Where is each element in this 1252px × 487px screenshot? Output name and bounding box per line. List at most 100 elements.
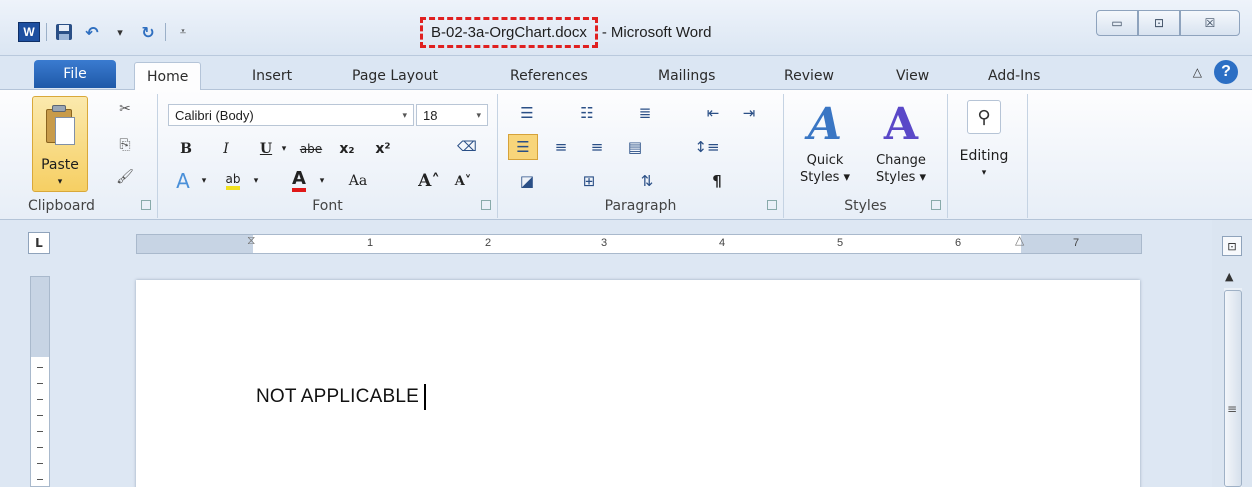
window-controls: ▭ ⊡ ☒ bbox=[1096, 10, 1240, 36]
tab-mailings[interactable]: Mailings bbox=[646, 62, 727, 90]
right-margin-area bbox=[1021, 235, 1141, 253]
ruler-number: 3 bbox=[601, 237, 608, 249]
text-effects-icon[interactable]: A bbox=[170, 169, 196, 193]
minimize-button[interactable]: ▭ bbox=[1096, 10, 1138, 36]
numbering-icon[interactable]: ☷ bbox=[574, 102, 600, 124]
paragraph-launcher-icon[interactable] bbox=[767, 200, 777, 210]
close-button[interactable]: ☒ bbox=[1180, 10, 1240, 36]
tab-add-ins[interactable]: Add-Ins bbox=[976, 62, 1052, 90]
shading-icon[interactable]: ◪ bbox=[512, 170, 542, 192]
help-area: △ ? bbox=[1193, 60, 1238, 84]
format-painter-icon[interactable]: 🖌 bbox=[114, 166, 136, 188]
view-ruler-icon[interactable]: ⊡ bbox=[1222, 236, 1242, 256]
close-icon: ☒ bbox=[1204, 16, 1216, 30]
right-indent-icon[interactable]: △ bbox=[1015, 233, 1024, 247]
cut-icon[interactable]: ✂ bbox=[114, 98, 136, 120]
redo-icon[interactable]: ↻ bbox=[137, 21, 159, 43]
vertical-ruler[interactable] bbox=[30, 276, 50, 487]
editing-label: Editing bbox=[959, 148, 1009, 164]
font-group: Calibri (Body) ▾ 18 ▾ B I U ▾ abe x₂ x² … bbox=[158, 94, 498, 218]
scroll-thumb[interactable] bbox=[1224, 290, 1242, 487]
strikethrough-button[interactable]: abe bbox=[294, 138, 328, 160]
font-color-icon[interactable]: A bbox=[284, 170, 314, 192]
editing-button[interactable]: ⚲ Editing ▾ bbox=[956, 100, 1012, 190]
quick-styles-button[interactable]: A Quick Styles ▾ bbox=[790, 98, 860, 194]
tab-insert[interactable]: Insert bbox=[240, 62, 304, 90]
justify-icon[interactable]: ▤ bbox=[622, 136, 648, 158]
undo-dropdown-icon[interactable]: ▾ bbox=[109, 21, 131, 43]
quick-styles-label-2: Styles ▾ bbox=[799, 170, 851, 185]
paste-label: Paste bbox=[41, 157, 79, 173]
styles-group-label: Styles bbox=[844, 198, 887, 214]
font-launcher-icon[interactable] bbox=[481, 200, 491, 210]
underline-dropdown-icon[interactable]: ▾ bbox=[278, 138, 290, 160]
subscript-button[interactable]: x₂ bbox=[334, 138, 360, 160]
tab-home[interactable]: Home bbox=[134, 62, 202, 91]
maximize-button[interactable]: ⊡ bbox=[1138, 10, 1180, 36]
font-name-value: Calibri (Body) bbox=[175, 107, 254, 123]
save-icon[interactable] bbox=[53, 21, 75, 43]
top-margin-area bbox=[31, 277, 49, 357]
first-line-indent-icon[interactable]: ⧖ bbox=[247, 233, 255, 248]
chevron-down-icon[interactable]: ▾ bbox=[250, 170, 262, 192]
scroll-grip-icon: ≡ bbox=[1227, 402, 1238, 416]
minimize-ribbon-icon[interactable]: △ bbox=[1193, 65, 1202, 79]
increase-indent-icon[interactable]: ⇥ bbox=[736, 102, 762, 124]
word-logo-icon[interactable]: W bbox=[18, 22, 40, 42]
align-left-icon[interactable]: ☰ bbox=[508, 134, 538, 160]
line-spacing-icon[interactable]: ↕≡ bbox=[692, 136, 722, 158]
left-margin-area bbox=[137, 235, 253, 253]
clipboard-launcher-icon[interactable] bbox=[141, 200, 151, 210]
styles-launcher-icon[interactable] bbox=[931, 200, 941, 210]
underline-button[interactable]: U bbox=[256, 138, 276, 160]
multilevel-list-icon[interactable]: ≣ bbox=[632, 102, 658, 124]
quick-access-toolbar: W ↶ ▾ ↻ ⩡ bbox=[18, 20, 194, 44]
undo-icon[interactable]: ↶ bbox=[81, 21, 103, 43]
scroll-up-icon[interactable]: ▲ bbox=[1225, 270, 1233, 283]
chevron-down-icon[interactable]: ▾ bbox=[198, 170, 210, 192]
tab-page-layout[interactable]: Page Layout bbox=[340, 62, 450, 90]
tab-references[interactable]: References bbox=[498, 62, 600, 90]
italic-button[interactable]: I bbox=[216, 138, 236, 160]
tab-selector[interactable]: L bbox=[28, 232, 50, 254]
quick-styles-label-1: Quick bbox=[806, 153, 844, 168]
help-button[interactable]: ? bbox=[1214, 60, 1238, 84]
clear-formatting-icon[interactable]: ⌫ bbox=[452, 136, 482, 158]
superscript-button[interactable]: x² bbox=[370, 138, 396, 160]
change-styles-button[interactable]: A Change Styles ▾ bbox=[866, 98, 936, 194]
align-right-icon[interactable]: ≡ bbox=[584, 136, 610, 158]
show-formatting-marks-icon[interactable]: ¶ bbox=[704, 170, 730, 192]
tab-file[interactable]: File bbox=[34, 60, 116, 88]
sort-icon[interactable]: ⇅ bbox=[634, 170, 660, 192]
font-size-select[interactable]: 18 ▾ bbox=[416, 104, 488, 126]
tab-view[interactable]: View bbox=[884, 62, 941, 90]
tab-review[interactable]: Review bbox=[772, 62, 846, 90]
customize-qat-icon[interactable]: ⩡ bbox=[172, 21, 194, 43]
horizontal-ruler[interactable]: ⧖ △ 1 2 3 4 5 6 7 bbox=[136, 233, 1142, 254]
decrease-indent-icon[interactable]: ⇤ bbox=[700, 102, 726, 124]
bullets-icon[interactable]: ☰ bbox=[514, 102, 540, 124]
bold-button[interactable]: B bbox=[176, 138, 196, 160]
document-page[interactable]: NOT APPLICABLE bbox=[136, 280, 1140, 487]
window-title: B-02-3a-OrgChart.docx - Microsoft Word bbox=[420, 12, 711, 52]
document-file-name: B-02-3a-OrgChart.docx bbox=[420, 16, 598, 48]
font-group-label: Font bbox=[312, 198, 343, 214]
font-name-select[interactable]: Calibri (Body) ▾ bbox=[168, 104, 414, 126]
divider bbox=[165, 23, 166, 41]
vertical-scrollbar[interactable]: ⊡ ▲ ≡ bbox=[1212, 220, 1252, 487]
ruler-number: 2 bbox=[485, 237, 492, 249]
paste-icon bbox=[43, 105, 77, 147]
shrink-font-button[interactable]: A˅ bbox=[450, 170, 476, 192]
chevron-down-icon[interactable]: ▾ bbox=[316, 170, 328, 192]
change-styles-label-2: Styles ▾ bbox=[875, 170, 927, 185]
paste-button[interactable]: Paste ▾ bbox=[32, 96, 88, 192]
highlight-color-icon[interactable]: ab bbox=[216, 170, 250, 192]
styles-group: A Quick Styles ▾ A Change Styles ▾ Style… bbox=[784, 94, 948, 218]
copy-icon[interactable]: ⎘ bbox=[114, 134, 136, 156]
grow-font-button[interactable]: A˄ bbox=[416, 170, 442, 192]
align-center-icon[interactable]: ≡ bbox=[548, 136, 574, 158]
borders-icon[interactable]: ⊞ bbox=[574, 170, 604, 192]
document-text-line[interactable]: NOT APPLICABLE bbox=[256, 384, 426, 410]
change-case-button[interactable]: Aa bbox=[338, 170, 378, 192]
editing-group: ⚲ Editing ▾ bbox=[948, 94, 1028, 218]
